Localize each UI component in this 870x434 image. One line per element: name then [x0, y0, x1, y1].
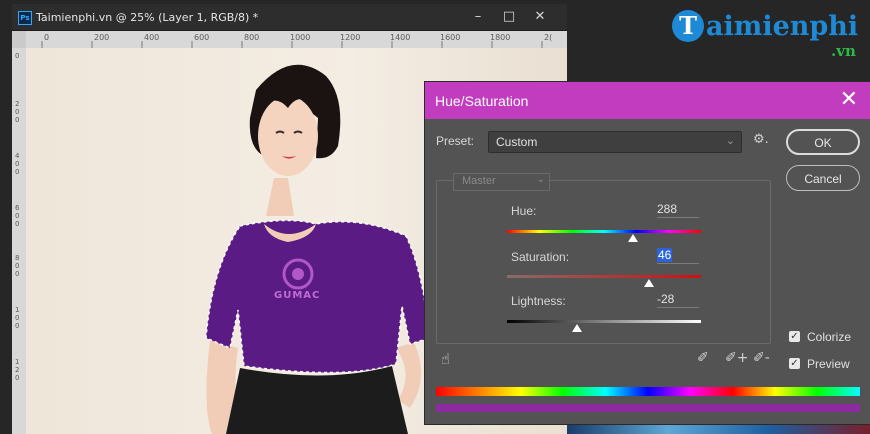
channel-select[interactable]: Master ⌄	[453, 173, 550, 191]
hue-input[interactable]: 288	[657, 202, 699, 218]
ruler-label: 1 0 0	[15, 306, 20, 330]
ruler-label: 200	[94, 33, 110, 42]
ruler-label: 600	[194, 33, 210, 42]
ruler-label: 400	[144, 33, 160, 42]
hue-label: Hue:	[511, 204, 537, 218]
dialog-title: Hue/Saturation	[435, 93, 529, 109]
ruler-corner[interactable]	[12, 31, 26, 48]
targeted-adjustment-hand-icon[interactable]: ☝	[441, 350, 450, 368]
close-window-button[interactable]: ✕	[526, 4, 554, 30]
ruler-label: 8 0 0	[15, 254, 20, 278]
ok-button[interactable]: OK	[786, 129, 860, 155]
output-spectrum-bar	[436, 404, 860, 412]
close-icon[interactable]: ✕	[840, 87, 858, 113]
ruler-label: 1200	[340, 33, 361, 42]
ruler-label: 1400	[390, 33, 411, 42]
ruler-label: 4 0 0	[15, 152, 20, 176]
lightness-label: Lightness:	[511, 294, 566, 308]
hue-slider-thumb[interactable]	[628, 234, 639, 242]
minimize-button[interactable]: –	[464, 4, 492, 30]
logo-t-mark: T	[672, 10, 704, 42]
maximize-button[interactable]: □	[495, 4, 523, 30]
channel-value: Master	[462, 175, 496, 187]
ruler-label: 2(	[544, 33, 553, 42]
ruler-label: 0	[44, 33, 50, 42]
ruler-horizontal[interactable]: 0 200 400 600 800 1000 1200 1400 1600 18…	[26, 31, 567, 48]
ruler-label: 1800	[490, 33, 511, 42]
preset-value: Custom	[496, 135, 538, 149]
ruler-label: 6 0 0	[15, 204, 20, 228]
saturation-value: 46	[657, 248, 673, 262]
shirt-logo-text: GUMAC	[274, 290, 321, 301]
chevron-down-icon: ⌄	[536, 174, 545, 185]
input-spectrum-bar[interactable]	[436, 387, 860, 396]
lightness-slider-track[interactable]	[507, 320, 701, 323]
photoshop-icon: Ps	[18, 11, 32, 25]
ruler-label: 1000	[290, 33, 311, 42]
ruler-label: 1 2 0	[15, 358, 20, 382]
logo-tld-text: .vn	[831, 42, 856, 60]
ruler-vertical[interactable]: 0 2 0 0 4 0 0 6 0 0 8 0 0 1 0 0 1 2 0	[12, 48, 26, 434]
eyedropper-add-icon[interactable]: ✐+	[725, 350, 748, 366]
hue-saturation-dialog: Hue/Saturation ✕ Preset: Custom ⌄ ⚙. OK …	[425, 82, 870, 424]
saturation-slider-track[interactable]	[507, 275, 701, 278]
ruler-label: 2 0 0	[15, 100, 20, 124]
ruler-label: 800	[244, 33, 260, 42]
preset-label: Preset:	[436, 134, 475, 148]
ruler-label: 1600	[440, 33, 461, 42]
eyedropper-subtract-icon[interactable]: ✐-	[753, 350, 770, 366]
chevron-down-icon: ⌄	[725, 134, 735, 147]
colorize-checkbox[interactable]: ✓	[789, 331, 800, 342]
eyedropper-icon[interactable]: ✐	[697, 350, 709, 366]
ruler-label: 0	[15, 52, 20, 60]
logo-brand-text: aimienphi	[706, 11, 859, 42]
colorize-label: Colorize	[807, 330, 852, 344]
taimienphi-logo: T aimienphi .vn	[660, 10, 870, 70]
document-title: Taimienphi.vn @ 25% (Layer 1, RGB/8) *	[36, 11, 259, 24]
preview-label: Preview	[807, 357, 850, 371]
saturation-slider-thumb[interactable]	[643, 279, 654, 287]
lightness-input[interactable]: -28	[657, 292, 699, 308]
gear-icon[interactable]: ⚙.	[753, 132, 769, 147]
preset-select[interactable]: Custom ⌄	[488, 131, 742, 153]
lightness-slider-thumb[interactable]	[571, 324, 582, 332]
saturation-label: Saturation:	[511, 250, 570, 264]
saturation-input[interactable]: 46	[657, 248, 699, 264]
preview-checkbox[interactable]: ✓	[789, 358, 800, 369]
dialog-titlebar[interactable]: Hue/Saturation ✕	[425, 82, 870, 119]
hue-slider-track[interactable]	[507, 230, 701, 233]
document-titlebar[interactable]: Ps Taimienphi.vn @ 25% (Layer 1, RGB/8) …	[12, 4, 567, 31]
cancel-button[interactable]: Cancel	[786, 165, 860, 191]
